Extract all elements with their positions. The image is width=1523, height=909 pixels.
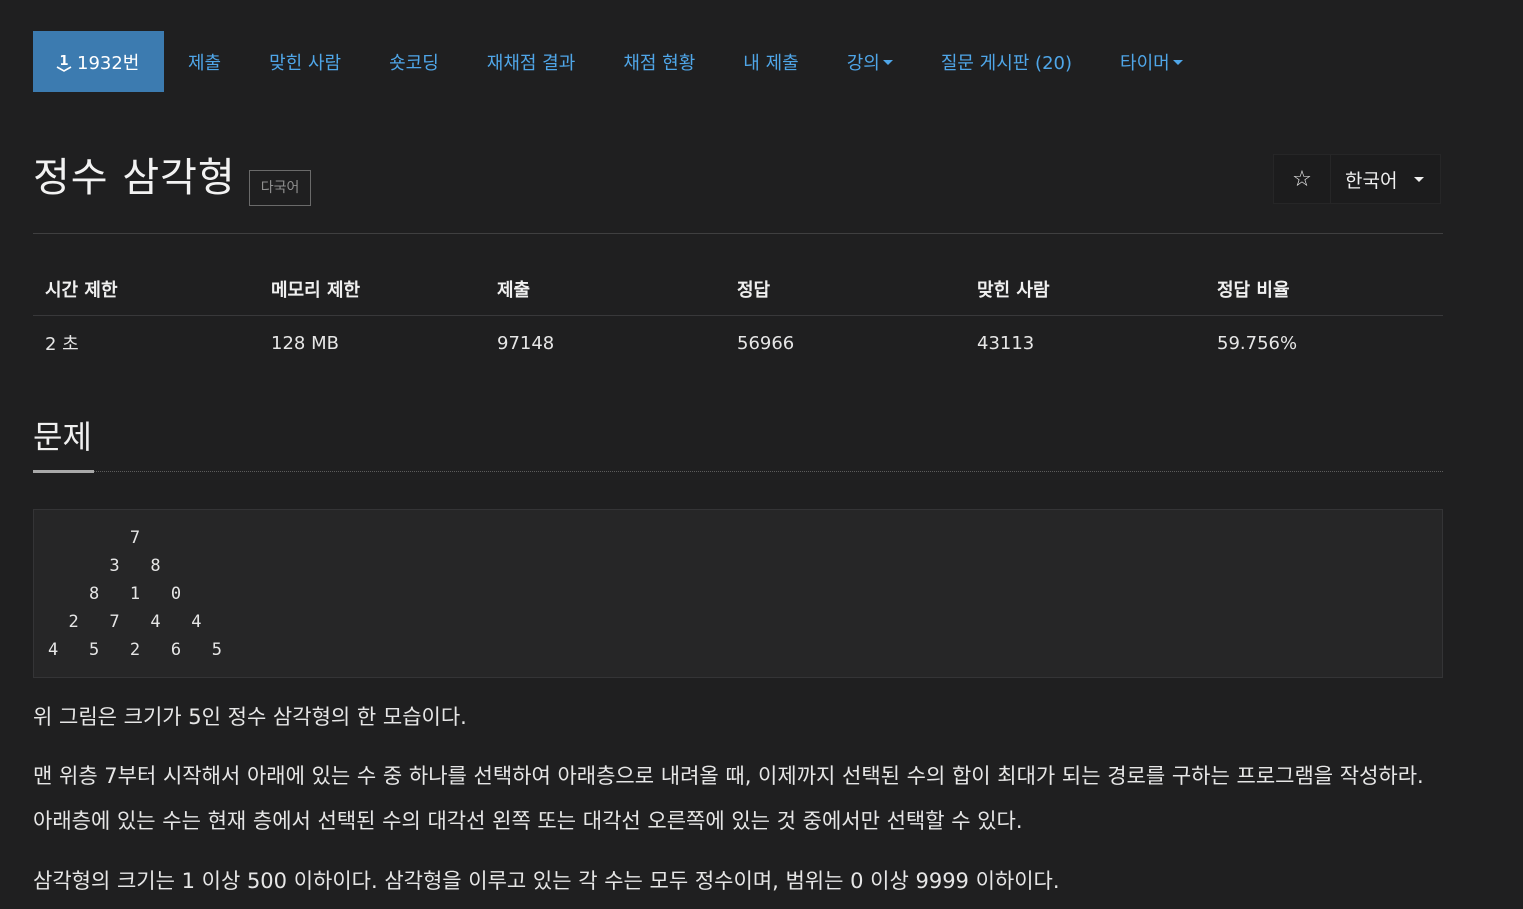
multilingual-tag: 다국어 xyxy=(248,170,312,206)
nav-problem-number-label: 1932번 xyxy=(77,52,140,74)
nav-timer-dropdown[interactable]: 타이머 xyxy=(1096,31,1207,92)
nav-my-submissions[interactable]: 내 제출 xyxy=(719,31,822,92)
description-paragraph-2: 맨 위층 7부터 시작해서 아래에 있는 수 중 하나를 선택하여 아래층으로 … xyxy=(33,764,1424,833)
problem-title: 정수 삼각형 xyxy=(33,155,236,201)
tier-number: 1 xyxy=(59,54,68,69)
header-memory-limit: 메모리 제한 xyxy=(259,266,485,316)
accept-ratio-value: 59.756% xyxy=(1217,332,1298,354)
page: 1 1932번 제출 맞힌 사람 숏코딩 재채점 결과 채점 현황 내 제출 강… xyxy=(0,0,1523,909)
nav-solvers-label: 맞힌 사람 xyxy=(269,52,342,74)
nav-problem-number[interactable]: 1 1932번 xyxy=(33,31,164,92)
nav-submit[interactable]: 제출 xyxy=(164,31,245,92)
time-limit-value: 2 초 xyxy=(45,334,79,355)
problem-info-table: 시간 제한 메모리 제한 제출 정답 맞힌 사람 정답 비율 2 초 128 M… xyxy=(33,266,1443,364)
submissions-value: 97148 xyxy=(497,332,555,354)
info-header-row: 시간 제한 메모리 제한 제출 정답 맞힌 사람 정답 비율 xyxy=(33,266,1443,316)
nav-lectures-dropdown[interactable]: 강의 xyxy=(823,31,917,92)
nav-rejudge-results-label: 재채점 결과 xyxy=(486,52,576,74)
favorite-button[interactable]: ☆ xyxy=(1274,155,1331,203)
problem-section-header: 문제 xyxy=(33,414,1443,473)
nav-rejudge-results[interactable]: 재채점 결과 xyxy=(463,31,600,92)
title-row: 정수 삼각형 다국어 xyxy=(33,150,312,206)
triangle-example: 7 3 8 8 1 0 2 7 4 4 4 5 2 6 5 xyxy=(33,509,1443,678)
language-select[interactable]: 한국어 xyxy=(1331,155,1440,203)
title-controls: ☆ 한국어 xyxy=(1273,154,1442,204)
description-paragraph-1: 위 그림은 크기가 5인 정수 삼각형의 한 모습이다. xyxy=(33,705,467,729)
star-icon: ☆ xyxy=(1292,166,1312,192)
nav-question-board-label: 질문 게시판 (20) xyxy=(940,52,1073,74)
solvers-value: 43113 xyxy=(977,332,1035,354)
nav-lectures-label: 강의 xyxy=(846,52,880,74)
tier-badge-icon: 1 xyxy=(55,52,73,72)
header-submissions: 제출 xyxy=(485,266,725,316)
header-accepted: 정답 xyxy=(725,266,965,316)
header-solvers: 맞힌 사람 xyxy=(965,266,1205,316)
caret-down-icon xyxy=(1414,176,1425,182)
nav-short-coding-label: 숏코딩 xyxy=(389,52,439,74)
header-accept-ratio: 정답 비율 xyxy=(1205,266,1443,316)
nav-submit-label: 제출 xyxy=(188,52,222,74)
nav-judge-status-label: 채점 현황 xyxy=(623,52,696,74)
nav-timer-label: 타이머 xyxy=(1120,52,1170,74)
nav-my-submissions-label: 내 제출 xyxy=(743,52,799,74)
accepted-value: 56966 xyxy=(737,332,795,354)
info-value-row: 2 초 128 MB 97148 56966 43113 59.756% xyxy=(33,316,1443,365)
header-time-limit: 시간 제한 xyxy=(33,266,259,316)
description-paragraph-3: 삼각형의 크기는 1 이상 500 이하이다. 삼각형을 이루고 있는 각 수는… xyxy=(33,869,1060,893)
nav-short-coding[interactable]: 숏코딩 xyxy=(365,31,463,92)
caret-down-icon xyxy=(1172,60,1183,65)
nav-judge-status[interactable]: 채점 현황 xyxy=(599,31,719,92)
nav-solvers[interactable]: 맞힌 사람 xyxy=(245,31,365,92)
caret-down-icon xyxy=(882,60,893,65)
nav-question-board[interactable]: 질문 게시판 (20) xyxy=(917,31,1096,92)
title-divider xyxy=(33,233,1443,234)
memory-limit-value: 128 MB xyxy=(271,332,339,354)
section-title: 문제 xyxy=(33,418,92,456)
language-select-value: 한국어 xyxy=(1345,169,1398,192)
problem-nav: 1 1932번 제출 맞힌 사람 숏코딩 재채점 결과 채점 현황 내 제출 강… xyxy=(33,31,1207,92)
section-title-underline xyxy=(33,470,94,473)
